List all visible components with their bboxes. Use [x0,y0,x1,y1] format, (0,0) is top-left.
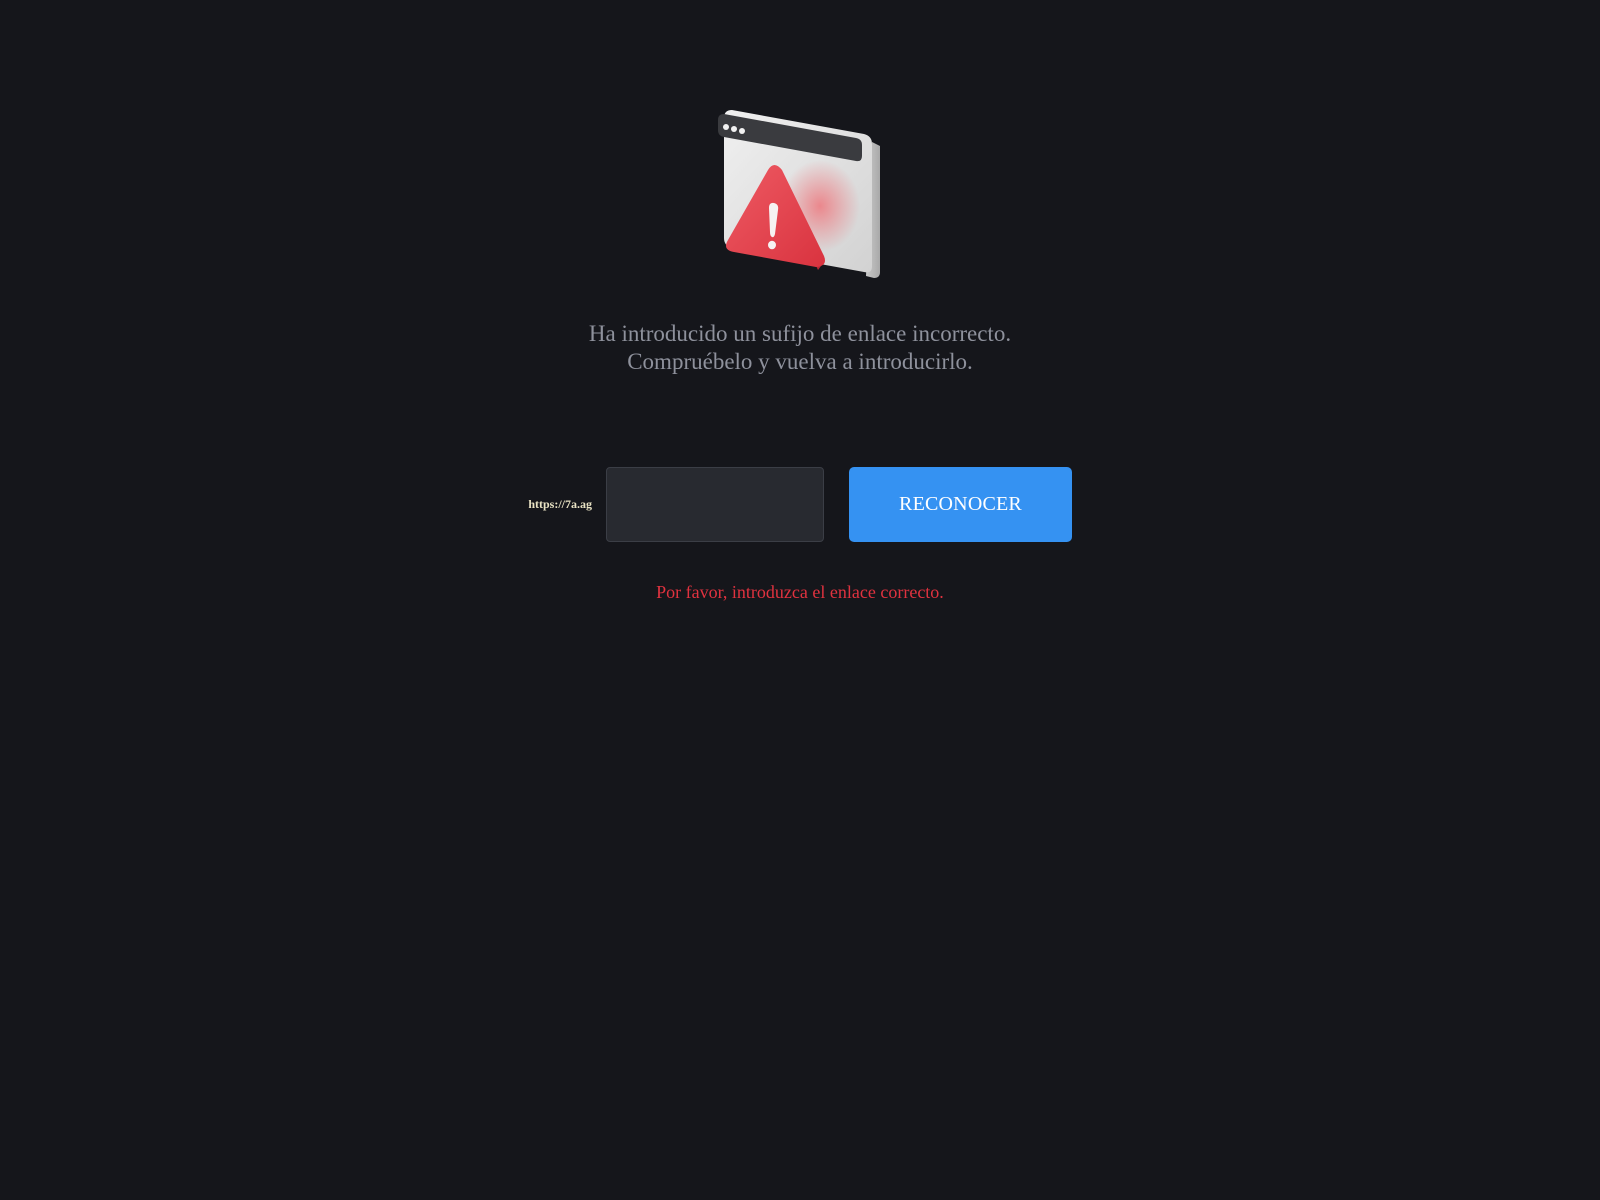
link-suffix-input[interactable] [606,467,824,542]
error-message: Ha introducido un sufijo de enlace incor… [0,320,1600,376]
recognize-button[interactable]: RECONOCER [849,467,1072,542]
url-prefix-label: https://7a.ag [528,497,592,511]
link-suffix-form: https://7a.ag RECONOCER [0,467,1600,542]
page: Ha introducido un sufijo de enlace incor… [0,0,1600,1200]
error-message-line-2: Compruébelo y vuelva a introducirlo. [627,349,973,374]
validation-error-text: Por favor, introduzca el enlace correcto… [656,582,944,602]
browser-window-warning-icon [712,104,892,278]
error-message-line-1: Ha introducido un sufijo de enlace incor… [588,321,1012,346]
